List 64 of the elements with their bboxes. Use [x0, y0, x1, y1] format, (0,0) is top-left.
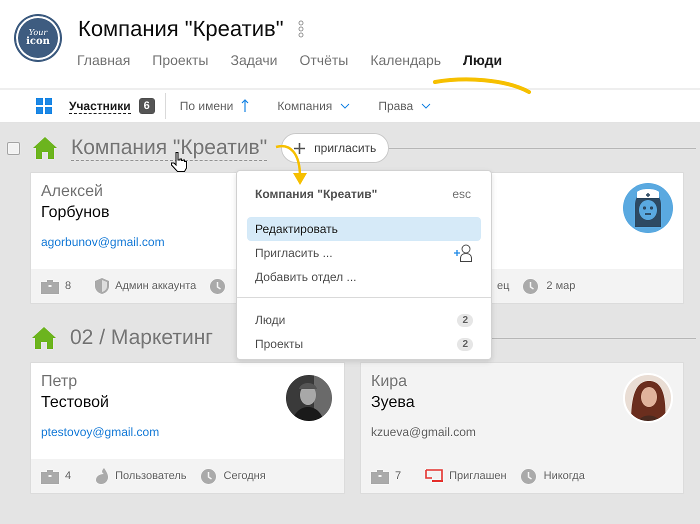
invite-screen-icon [425, 469, 444, 483]
person-card[interactable]: Петр Тестовой ptestovoy@gmail.com 4 Пользователь Сегодня [30, 362, 345, 494]
last-name: Тестовой [41, 394, 110, 412]
briefcase-icon [41, 468, 59, 484]
logo-text: icon [26, 37, 50, 47]
more-icon[interactable] [298, 20, 304, 38]
role-label: Пользователь [115, 470, 187, 482]
company-title: Компания "Креатив" [78, 16, 284, 42]
last-seen: 2 мар [546, 280, 576, 292]
last-seen: Сегодня [224, 470, 266, 482]
email-link[interactable]: kzueva@gmail.com [371, 425, 476, 439]
nav-tab[interactable]: Проекты [152, 52, 208, 68]
menu-item[interactable]: Проекты 2 [247, 332, 481, 356]
nav-tab[interactable]: Календарь [370, 52, 442, 68]
role-label: ец [497, 280, 510, 292]
email-link[interactable]: ptestovoy@gmail.com [41, 425, 160, 439]
add-user-icon [453, 244, 473, 262]
nav-tab[interactable]: Люди [463, 52, 502, 68]
shortcut-hint: esc [452, 187, 471, 201]
first-name: Кира [371, 373, 408, 391]
arrow-up-icon [241, 99, 250, 113]
project-count: 8 [65, 280, 72, 292]
chevron-down-icon [340, 103, 350, 109]
logo-text: Your [28, 29, 48, 37]
shield-icon [95, 278, 110, 294]
clock-icon [523, 278, 538, 294]
invite-button[interactable]: пригласить [281, 133, 390, 163]
email-link[interactable]: agorbunov@gmail.com [41, 235, 165, 249]
clock-icon [520, 468, 536, 484]
briefcase-icon [371, 468, 389, 484]
user-role-icon [95, 468, 110, 484]
last-name: Зуева [371, 394, 416, 412]
grid-view-icon[interactable] [36, 98, 52, 114]
house-icon [33, 136, 57, 160]
count-badge: 2 [457, 338, 473, 350]
count-badge: 6 [138, 98, 155, 114]
nav-tab[interactable]: Отчёты [300, 52, 348, 68]
briefcase-icon [41, 278, 59, 294]
first-name: Петр [41, 373, 78, 391]
nav-tab[interactable]: Главная [77, 52, 130, 68]
group-title[interactable]: 02 / Маркетинг [70, 326, 213, 350]
project-count: 4 [65, 470, 72, 482]
clock-icon [210, 278, 226, 294]
first-name: Алексей [41, 183, 104, 201]
house-icon [32, 326, 56, 350]
last-seen: Никогда [544, 470, 585, 482]
members-tab[interactable]: Участники [69, 98, 131, 114]
menu-item[interactable]: Люди 2 [247, 308, 481, 332]
project-count: 7 [395, 470, 402, 482]
filter-dropdown[interactable]: Права [378, 99, 432, 113]
clock-icon [200, 468, 216, 484]
sort-button[interactable]: По имени [180, 99, 250, 113]
plus-icon [294, 142, 306, 154]
filter-dropdown[interactable]: Компания [277, 99, 350, 113]
last-name: Горбунов [41, 204, 110, 222]
person-card[interactable]: Кира Зуева kzueva@gmail.com 7 Приглашен Никогда [360, 362, 684, 494]
role-label: Приглашен [449, 470, 507, 482]
chevron-down-icon [421, 103, 432, 109]
nurse-avatar-icon [623, 183, 673, 233]
menu-item[interactable]: Редактировать [247, 217, 481, 241]
count-badge: 2 [457, 314, 473, 326]
checkbox[interactable] [7, 142, 20, 154]
nav-tab[interactable]: Задачи [230, 52, 278, 68]
role-label: Админ аккаунта [115, 280, 196, 292]
